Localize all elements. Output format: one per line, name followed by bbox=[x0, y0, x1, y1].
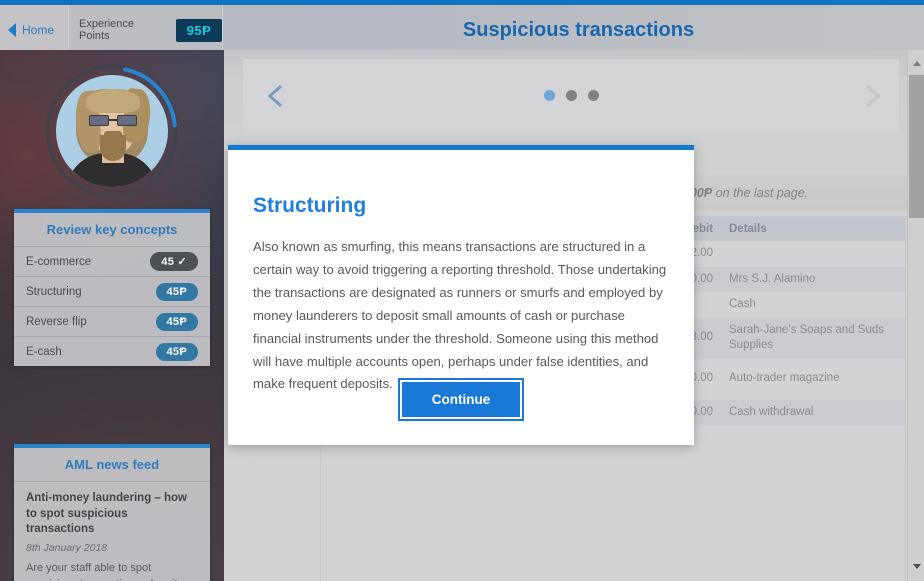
cell-details: Cash bbox=[729, 298, 756, 311]
structuring-modal: Structuring Also known as smurfing, this… bbox=[228, 145, 694, 445]
modal-actions: Continue bbox=[228, 378, 694, 421]
scroll-up-button[interactable] bbox=[908, 55, 924, 72]
carousel-dots bbox=[243, 90, 899, 101]
concept-score-badge: 45Ᵽ bbox=[155, 282, 198, 301]
sunglasses-icon bbox=[89, 115, 137, 126]
col-header-details[interactable]: Details bbox=[721, 217, 905, 241]
avatar-image bbox=[56, 75, 168, 187]
news-list-item[interactable]: Anti-money laundering – how to spot susp… bbox=[14, 481, 210, 581]
chevron-left-icon bbox=[8, 23, 16, 37]
review-key-concepts-card: Review key concepts E-commerce 45 ✓ Stru… bbox=[14, 209, 210, 366]
app-root: Home Experience Points 95Ᵽ Suspicious tr… bbox=[0, 0, 924, 581]
concept-score-badge: 45Ᵽ bbox=[155, 342, 198, 361]
page-title: Suspicious transactions bbox=[462, 18, 695, 41]
avatar bbox=[46, 65, 178, 197]
experience-points-label: Experience Points bbox=[79, 18, 135, 42]
cell-details: Cash withdrawal bbox=[721, 399, 905, 426]
carousel-dot-2[interactable] bbox=[565, 90, 577, 101]
news-headline: Anti-money laundering – how to spot susp… bbox=[26, 492, 188, 536]
top-bar: Home Experience Points 95Ᵽ Suspicious tr… bbox=[0, 0, 924, 55]
scrollbar-thumb[interactable] bbox=[909, 75, 924, 218]
sidebar-item-structuring[interactable]: Structuring 45Ᵽ bbox=[14, 276, 210, 306]
aml-news-feed-title: AML news feed bbox=[64, 457, 160, 472]
concept-label: Structuring bbox=[26, 285, 82, 298]
carousel-dot-1[interactable] bbox=[543, 90, 555, 101]
modal-body-text: Also known as smurfing, this means trans… bbox=[253, 239, 667, 392]
home-button-label: Home bbox=[22, 23, 55, 37]
news-date: 8th January 2018 bbox=[26, 541, 108, 554]
modal-title: Structuring bbox=[253, 194, 367, 217]
concept-label: E-commerce bbox=[26, 255, 92, 268]
carousel-dot-3[interactable] bbox=[587, 90, 599, 101]
concept-label: E-cash bbox=[26, 345, 62, 358]
cell-details: Sarah-Jane's Soaps and Suds Supplies bbox=[721, 317, 905, 359]
cell-details: Mrs S.J. Alamino bbox=[721, 266, 905, 293]
triangle-up-icon bbox=[912, 61, 921, 66]
experience-points-badge: 95Ᵽ bbox=[176, 18, 222, 42]
sidebar: Review key concepts E-commerce 45 ✓ Stru… bbox=[0, 50, 224, 581]
continue-button[interactable]: Continue bbox=[397, 378, 525, 421]
concept-score-badge: 45Ᵽ bbox=[155, 312, 198, 331]
triangle-down-icon bbox=[912, 564, 921, 569]
aml-news-feed-card: AML news feed Anti-money laundering – ho… bbox=[14, 444, 210, 581]
experience-points-panel: Experience Points 95Ᵽ bbox=[68, 5, 223, 55]
cell-details: Auto-trader magazine bbox=[729, 372, 840, 385]
home-button[interactable]: Home bbox=[0, 5, 68, 55]
section-carousel bbox=[243, 59, 899, 130]
review-key-concepts-title: Review key concepts bbox=[46, 222, 178, 237]
vertical-scrollbar[interactable] bbox=[907, 50, 924, 581]
concept-score-badge: 45 ✓ bbox=[150, 252, 198, 271]
sidebar-item-reverse-flip[interactable]: Reverse flip 45Ᵽ bbox=[14, 306, 210, 336]
cell-details bbox=[721, 241, 905, 267]
news-excerpt-text: Are your staff able to spot suspicious t… bbox=[26, 561, 178, 581]
news-excerpt: Are your staff able to spot suspicious t… bbox=[26, 560, 198, 581]
scroll-down-button[interactable] bbox=[908, 558, 924, 575]
concept-label: Reverse flip bbox=[26, 315, 87, 328]
sidebar-item-e-commerce[interactable]: E-commerce 45 ✓ bbox=[14, 246, 210, 276]
sidebar-item-e-cash[interactable]: E-cash 45Ᵽ bbox=[14, 336, 210, 366]
